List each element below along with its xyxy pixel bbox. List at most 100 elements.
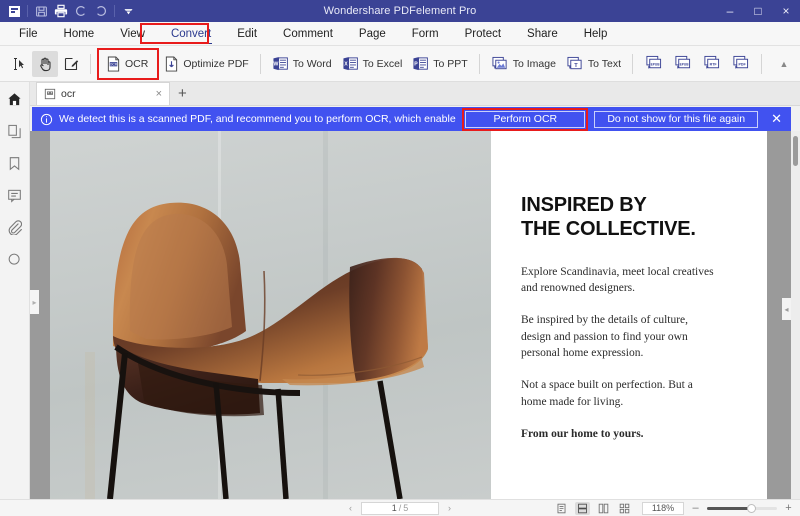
divider: [90, 53, 91, 74]
to-image-icon: [491, 56, 509, 72]
to-excel-button[interactable]: X To Excel: [337, 51, 408, 77]
to-ppt-icon: P: [412, 56, 429, 72]
select-text-tool[interactable]: [6, 51, 32, 77]
leather-armchair-photo: [50, 131, 491, 499]
minimize-button[interactable]: –: [716, 0, 744, 22]
page-number-input[interactable]: 1 / 5: [361, 501, 439, 515]
menu-home[interactable]: Home: [51, 22, 108, 46]
chair-illustration: [107, 202, 428, 499]
to-text-button[interactable]: T To Text: [561, 51, 626, 77]
print-icon[interactable]: [51, 1, 71, 21]
hand-tool[interactable]: [32, 50, 58, 77]
to-ppt-label: To PPT: [433, 57, 468, 70]
page-separator: /: [398, 503, 402, 513]
ribbon-collapse-button[interactable]: ▲: [774, 46, 794, 82]
continuous-scroll-view-icon[interactable]: [575, 501, 590, 515]
save-icon[interactable]: [31, 1, 51, 21]
new-tab-button[interactable]: +: [170, 83, 195, 105]
zoom-slider-knob[interactable]: [747, 503, 756, 513]
to-epub-button[interactable]: EPUB: [639, 51, 668, 77]
sidebar-item-attachments[interactable]: [4, 216, 26, 238]
sidebar-item-home[interactable]: [4, 88, 26, 110]
svg-text:EPUB: EPUB: [680, 63, 690, 67]
hand-icon: [37, 56, 53, 72]
edit-tool[interactable]: [58, 51, 84, 77]
menu-protect[interactable]: Protect: [452, 22, 514, 46]
edit-pencil-icon: [63, 56, 79, 72]
menu-comment[interactable]: Comment: [270, 22, 346, 46]
sidebar-item-comments[interactable]: [4, 184, 26, 206]
to-rtf-button[interactable]: RTF: [697, 51, 726, 77]
ocr-icon: OCR: [106, 56, 121, 72]
document-viewport[interactable]: INSPIRED BY THE COLLECTIVE. Explore Scan…: [30, 131, 800, 499]
single-page-view-icon[interactable]: [554, 502, 569, 515]
to-image-label: To Image: [512, 57, 556, 70]
to-epub-alt-button[interactable]: EPUB: [668, 51, 697, 77]
title-bar: Wondershare PDFelement Pro – □ ×: [0, 0, 800, 22]
menu-help[interactable]: Help: [571, 22, 621, 46]
zoom-in-button[interactable]: +: [783, 502, 794, 514]
page-paragraph-3: Not a space built on perfection. But a h…: [521, 379, 693, 408]
to-excel-label: To Excel: [362, 57, 403, 70]
to-image-button[interactable]: To Image: [486, 51, 561, 77]
menu-page[interactable]: Page: [346, 22, 399, 46]
page-paragraph-1: Explore Scandinavia, meet local creative…: [521, 265, 714, 295]
do-not-show-again-button[interactable]: Do not show for this file again: [594, 110, 759, 128]
optimize-pdf-button[interactable]: Optimize PDF: [159, 51, 253, 77]
zoom-out-button[interactable]: –: [690, 502, 701, 514]
menu-share[interactable]: Share: [514, 22, 571, 46]
maximize-button[interactable]: □: [744, 0, 772, 22]
menu-file[interactable]: File: [6, 22, 51, 46]
document-tab-ocr[interactable]: ocr ×: [36, 82, 170, 105]
to-pdfa-button[interactable]: PDF: [726, 51, 755, 77]
close-icon[interactable]: ×: [156, 88, 162, 100]
svg-text:PDF: PDF: [739, 63, 747, 67]
perform-ocr-button[interactable]: Perform OCR: [465, 110, 586, 128]
info-icon: [40, 113, 53, 126]
status-bar: ‹ 1 / 5 › 118% – +: [0, 499, 800, 516]
page-headline-line2: THE COLLECTIVE.: [521, 218, 696, 241]
customize-dropdown-icon[interactable]: [118, 1, 138, 21]
notification-message: We detect this is a scanned PDF, and rec…: [59, 113, 456, 125]
menu-edit[interactable]: Edit: [224, 22, 270, 46]
right-panel-toggle[interactable]: ◂: [782, 298, 791, 320]
facing-page-view-icon[interactable]: [596, 502, 611, 515]
optimize-pdf-icon: [164, 56, 179, 72]
svg-text:OCR: OCR: [110, 62, 118, 66]
ocr-button[interactable]: OCR OCR: [101, 51, 153, 77]
svg-text:EPUB: EPUB: [651, 63, 661, 67]
zoom-slider[interactable]: [707, 503, 777, 514]
close-button[interactable]: ×: [772, 0, 800, 22]
sidebar-item-thumbnails[interactable]: [4, 120, 26, 142]
previous-page-button[interactable]: ‹: [346, 503, 355, 513]
document-tab-label: ocr: [61, 88, 76, 100]
application-window: Wondershare PDFelement Pro – □ × File Ho…: [0, 0, 800, 516]
divider: [27, 5, 28, 17]
svg-text:W: W: [273, 61, 278, 67]
menu-view[interactable]: View: [107, 22, 158, 46]
menu-form[interactable]: Form: [399, 22, 452, 46]
svg-text:T: T: [574, 62, 578, 68]
next-page-button[interactable]: ›: [445, 503, 454, 513]
app-logo-icon[interactable]: [4, 1, 24, 21]
undo-icon[interactable]: [71, 1, 91, 21]
ribbon-toolbar: OCR OCR Optimize PDF W To Word X To Exce…: [0, 46, 800, 82]
zoom-level-input[interactable]: 118%: [642, 501, 684, 515]
document-vertical-scrollbar[interactable]: [791, 131, 800, 499]
sidebar-item-bookmark[interactable]: [4, 152, 26, 174]
redo-icon[interactable]: [91, 1, 111, 21]
left-panel-toggle[interactable]: ▸: [30, 290, 39, 314]
to-ppt-button[interactable]: P To PPT: [407, 51, 472, 77]
notification-close-icon[interactable]: ✕: [764, 111, 787, 127]
to-text-label: To Text: [587, 57, 621, 70]
grid-view-icon[interactable]: [617, 502, 632, 515]
to-rtf-icon: RTF: [702, 55, 721, 72]
sidebar-item-search[interactable]: [4, 248, 26, 270]
pdf-page: INSPIRED BY THE COLLECTIVE. Explore Scan…: [50, 131, 767, 499]
menu-convert[interactable]: Convert: [158, 22, 224, 46]
to-word-button[interactable]: W To Word: [267, 51, 337, 77]
scrollbar-thumb[interactable]: [793, 136, 798, 166]
current-page-value: 1: [391, 503, 397, 513]
page-paragraph-2: Be inspired by the details of culture, d…: [521, 314, 689, 360]
total-pages-value: 5: [403, 503, 409, 513]
